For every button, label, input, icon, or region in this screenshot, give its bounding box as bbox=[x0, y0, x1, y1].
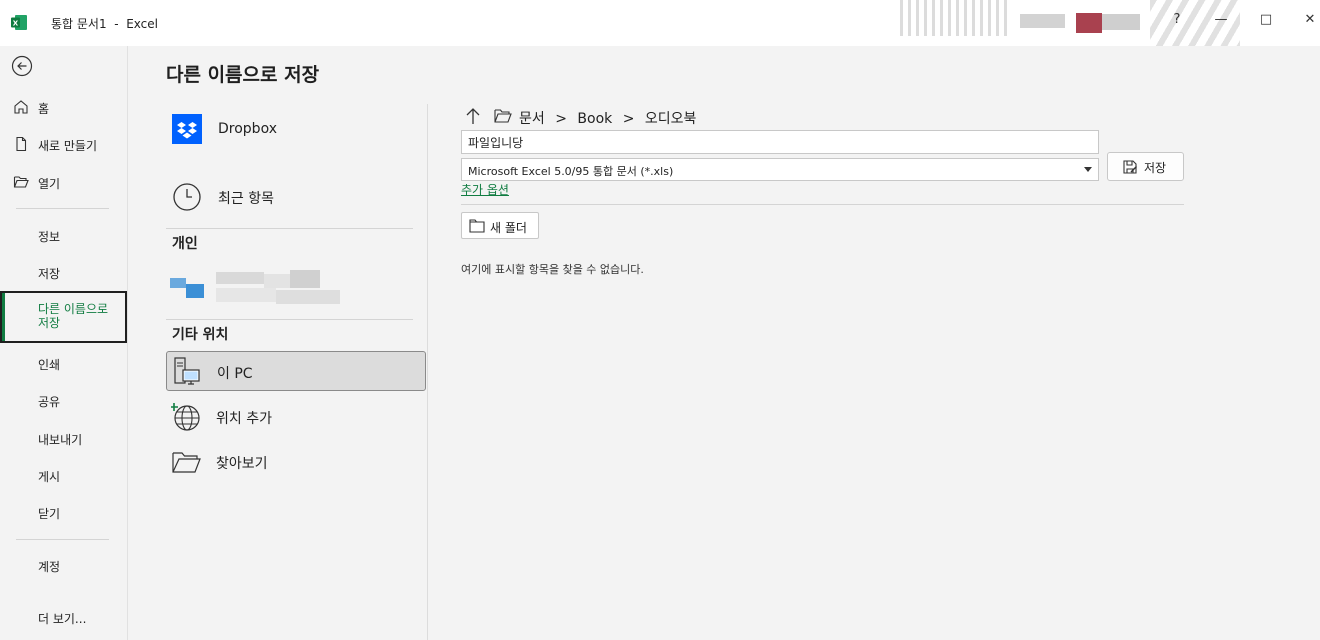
account-name-blurred bbox=[1020, 14, 1065, 28]
save-button-label: 저장 bbox=[1144, 161, 1167, 175]
location-dropbox[interactable]: Dropbox bbox=[166, 108, 426, 148]
location-recent-label: 최근 항목 bbox=[218, 191, 274, 207]
globe-add-icon bbox=[171, 403, 200, 431]
nav-save[interactable]: 저장 bbox=[38, 265, 60, 282]
nav-info[interactable]: 정보 bbox=[38, 228, 60, 245]
new-document-icon bbox=[16, 136, 27, 152]
other-locations-header: 기타 위치 bbox=[172, 327, 229, 343]
new-folder-icon bbox=[469, 219, 485, 233]
back-arrow-icon[interactable] bbox=[11, 55, 33, 77]
minimize-button[interactable]: — bbox=[1211, 12, 1231, 27]
location-add-place[interactable]: 위치 추가 bbox=[166, 396, 426, 436]
nav-save-as[interactable]: 다른 이름으로 저장 bbox=[0, 291, 127, 343]
location-dropbox-label: Dropbox bbox=[218, 121, 277, 137]
breadcrumb-separator: > bbox=[622, 111, 635, 127]
account-info-blurred bbox=[1102, 14, 1140, 30]
window-title: 통합 문서1 - Excel bbox=[51, 17, 158, 31]
breadcrumb: 문서 > Book > 오디오북 bbox=[519, 108, 702, 128]
active-indicator bbox=[2, 293, 5, 341]
filetype-value: Microsoft Excel 5.0/95 통합 문서 (*.xls) bbox=[468, 165, 674, 178]
svg-text:X: X bbox=[13, 20, 19, 28]
nav-new-label: 새로 만들기 bbox=[38, 139, 98, 153]
nav-open-label: 열기 bbox=[38, 177, 61, 191]
location-browse[interactable]: 찾아보기 bbox=[166, 441, 426, 481]
filename-input[interactable]: 파일입니당 bbox=[461, 130, 1099, 154]
nav-close[interactable]: 닫기 bbox=[38, 505, 60, 522]
nav-print[interactable]: 인쇄 bbox=[38, 356, 60, 373]
page-title: 다른 이름으로 저장 bbox=[166, 64, 320, 86]
new-folder-label: 새 폴더 bbox=[490, 221, 527, 235]
help-button[interactable]: ? bbox=[1167, 12, 1187, 27]
maximize-button[interactable]: □ bbox=[1256, 12, 1276, 27]
nav-publish[interactable]: 게시 bbox=[38, 468, 60, 485]
title-bar: X 통합 문서1 - Excel ? — □ ✕ bbox=[0, 0, 1320, 46]
dropbox-icon bbox=[172, 114, 202, 144]
up-arrow-icon[interactable] bbox=[464, 107, 482, 125]
close-button[interactable]: ✕ bbox=[1300, 12, 1320, 27]
breadcrumb-item[interactable]: Book bbox=[577, 111, 612, 127]
location-this-pc-label: 이 PC bbox=[217, 366, 253, 382]
folder-icon bbox=[494, 109, 512, 123]
breadcrumb-item[interactable]: 문서 bbox=[519, 111, 545, 127]
title-decoration bbox=[900, 0, 1010, 36]
nav-more[interactable]: 더 보기... bbox=[38, 610, 86, 627]
open-folder-icon bbox=[172, 452, 201, 473]
computer-icon bbox=[174, 357, 200, 385]
location-recent[interactable]: 최근 항목 bbox=[166, 176, 426, 216]
location-add-place-label: 위치 추가 bbox=[216, 411, 272, 427]
nav-divider bbox=[16, 208, 109, 209]
filetype-select[interactable]: Microsoft Excel 5.0/95 통합 문서 (*.xls) bbox=[461, 158, 1099, 181]
nav-save-as-label: 다른 이름으로 저장 bbox=[38, 302, 109, 330]
account-avatar[interactable] bbox=[1076, 13, 1102, 33]
location-browse-label: 찾아보기 bbox=[216, 456, 268, 472]
nav-account[interactable]: 계정 bbox=[38, 558, 60, 575]
save-button[interactable]: 저장 bbox=[1107, 152, 1184, 181]
clock-icon bbox=[173, 183, 201, 211]
empty-state-message: 여기에 표시할 항목을 찾을 수 없습니다. bbox=[461, 263, 644, 276]
location-this-pc[interactable]: 이 PC bbox=[166, 351, 426, 391]
personal-header: 개인 bbox=[172, 236, 198, 252]
more-options-link[interactable]: 추가 옵션 bbox=[461, 181, 509, 198]
section-divider bbox=[166, 228, 413, 229]
home-icon bbox=[14, 100, 28, 114]
onedrive-account-blurred[interactable] bbox=[170, 270, 340, 306]
chevron-down-icon bbox=[1084, 167, 1092, 172]
breadcrumb-separator: > bbox=[555, 111, 567, 127]
nav-export[interactable]: 내보내기 bbox=[38, 431, 82, 448]
nav-home-label: 홈 bbox=[38, 102, 50, 116]
open-folder-icon bbox=[13, 176, 29, 188]
backstage-nav: 홈 새로 만들기 열기 정보 저장 다른 이름으로 저장 인쇄 공유 내보내기 … bbox=[0, 46, 128, 640]
nav-divider bbox=[16, 539, 109, 540]
section-divider bbox=[166, 319, 413, 320]
nav-share[interactable]: 공유 bbox=[38, 393, 60, 410]
divider bbox=[461, 204, 1184, 205]
excel-logo-icon: X bbox=[11, 15, 27, 30]
breadcrumb-item[interactable]: 오디오북 bbox=[645, 111, 697, 127]
new-folder-button[interactable]: 새 폴더 bbox=[461, 212, 539, 239]
save-icon bbox=[1123, 160, 1137, 174]
panel-divider bbox=[427, 104, 428, 640]
